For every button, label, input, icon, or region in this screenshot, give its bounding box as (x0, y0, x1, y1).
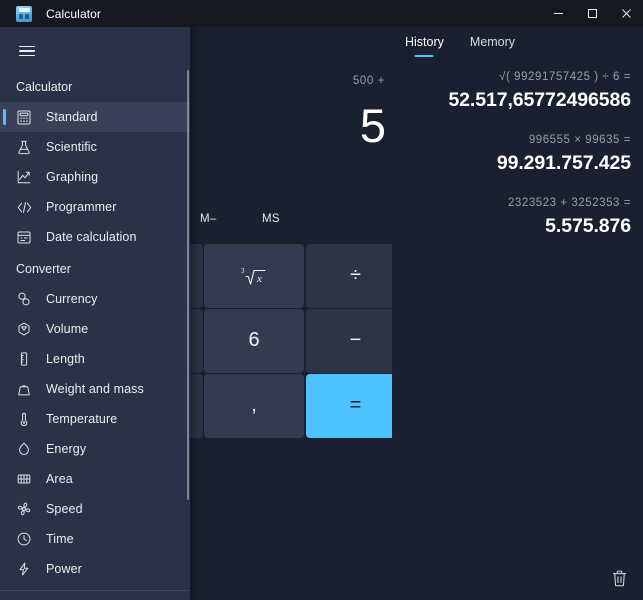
subtract-label: − (350, 329, 362, 352)
ruler-icon (16, 351, 32, 367)
nav-section-calculator: Calculator (0, 70, 190, 102)
code-brackets-icon (16, 199, 32, 215)
history-result: 99.291.757.425 (392, 149, 631, 177)
history-item[interactable]: √( 99291757425 ) ÷ 6 = 52.517,6577249658… (392, 69, 631, 114)
sidebar-item-date-calculation[interactable]: Date calculation (0, 222, 190, 252)
svg-text:3: 3 (241, 267, 245, 275)
sidebar-item-label: Scientific (46, 140, 97, 154)
sidebar-item-label: Power (46, 562, 82, 576)
history-expression: 2323523 + 3252353 = (392, 195, 631, 211)
maximize-icon[interactable] (575, 0, 609, 27)
sidebar-item-volume[interactable]: Volume (0, 314, 190, 344)
window-title: Calculator (46, 7, 101, 21)
memory-subtract-button[interactable]: M– (200, 213, 217, 225)
history-expression: 996555 × 99635 = (392, 132, 631, 148)
sidebar-item-label: Volume (46, 322, 88, 336)
sidebar-item-length[interactable]: Length (0, 344, 190, 374)
panel-tabs: History Memory (401, 33, 519, 57)
sidebar-item-weight-and-mass[interactable]: Weight and mass (0, 374, 190, 404)
minimize-icon[interactable] (541, 0, 575, 27)
close-icon[interactable] (609, 0, 643, 27)
sidebar-item-power[interactable]: Power (0, 554, 190, 584)
equals-button[interactable]: = (306, 374, 406, 438)
calculator-icon (16, 6, 32, 22)
sidebar-item-speed[interactable]: Speed (0, 494, 190, 524)
window-controls (541, 0, 643, 27)
sidebar-item-label: Speed (46, 502, 83, 516)
weight-icon (16, 381, 32, 397)
display-expression: 500 + (353, 75, 385, 87)
history-result: 5.575.876 (392, 212, 631, 240)
sidebar-item-label: Programmer (46, 200, 116, 214)
sidebar-item-label: Length (46, 352, 85, 366)
clock-icon (16, 531, 32, 547)
sidebar-item-graphing[interactable]: Graphing (0, 162, 190, 192)
sidebar-item-scientific[interactable]: Scientific (0, 132, 190, 162)
history-panel: History Memory √( 99291757425 ) ÷ 6 = 52… (392, 27, 643, 600)
sidebar-item-label: Area (46, 472, 73, 486)
sidebar-item-time[interactable]: Time (0, 524, 190, 554)
calendar-icon (16, 229, 32, 245)
svg-text:x: x (256, 273, 262, 285)
sidebar-item-label: Graphing (46, 170, 98, 184)
graph-icon (16, 169, 32, 185)
sidebar-item-label: Currency (46, 292, 98, 306)
tab-memory[interactable]: Memory (466, 33, 519, 57)
sidebar-item-energy[interactable]: Energy (0, 434, 190, 464)
thermometer-icon (16, 411, 32, 427)
trash-icon[interactable] (605, 564, 633, 592)
sidebar-item-label: Energy (46, 442, 86, 456)
navigation-flyout: Calculator Standard (0, 27, 190, 600)
history-item[interactable]: 996555 × 99635 = 99.291.757.425 (392, 132, 631, 177)
history-list: √( 99291757425 ) ÷ 6 = 52.517,6577249658… (392, 69, 643, 564)
area-grid-icon (16, 471, 32, 487)
subtract-button[interactable]: − (306, 309, 406, 373)
memory-store-button[interactable]: MS (262, 213, 280, 225)
decimal-label: , (251, 394, 257, 417)
flask-icon (16, 139, 32, 155)
six-button[interactable]: 6 (204, 309, 304, 373)
sidebar-scrollbar[interactable] (187, 70, 190, 500)
sidebar-item-label: Time (46, 532, 74, 546)
currency-icon (16, 291, 32, 307)
sidebar-item-currency[interactable]: Currency (0, 284, 190, 314)
equals-label: = (350, 394, 362, 417)
divide-button[interactable]: ÷ (306, 244, 406, 308)
lightning-bolt-icon (16, 561, 32, 577)
divide-label: ÷ (350, 264, 361, 287)
history-item[interactable]: 2323523 + 3252353 = 5.575.876 (392, 195, 631, 240)
sidebar-item-temperature[interactable]: Temperature (0, 404, 190, 434)
tab-history[interactable]: History (401, 33, 448, 57)
decimal-button[interactable]: , (204, 374, 304, 438)
title-bar: Calculator (0, 0, 643, 27)
speed-fan-icon (16, 501, 32, 517)
flame-icon (16, 441, 32, 457)
cube-root-button[interactable]: 3 x (204, 244, 304, 308)
sidebar-item-label: Temperature (46, 412, 117, 426)
sidebar-item-standard[interactable]: Standard (0, 102, 190, 132)
sidebar-item-label: Weight and mass (46, 382, 144, 396)
six-label: 6 (248, 329, 259, 352)
sidebar-item-label: Date calculation (46, 230, 137, 244)
volume-icon (16, 321, 32, 337)
nav-section-converter: Converter (0, 252, 190, 284)
sidebar-item-area[interactable]: Area (0, 464, 190, 494)
history-result: 52.517,65772496586 (392, 86, 631, 114)
hamburger-icon[interactable] (6, 32, 48, 70)
calculator-window: Calculator 500 + 5 M– MS C (0, 0, 643, 600)
sidebar-item-label: Standard (46, 110, 98, 124)
history-expression: √( 99291757425 ) ÷ 6 = (392, 69, 631, 85)
sidebar-item-programmer[interactable]: Programmer (0, 192, 190, 222)
display-value: 5 (360, 97, 385, 155)
nav-divider (0, 590, 190, 591)
standard-calculator-icon (16, 109, 32, 125)
